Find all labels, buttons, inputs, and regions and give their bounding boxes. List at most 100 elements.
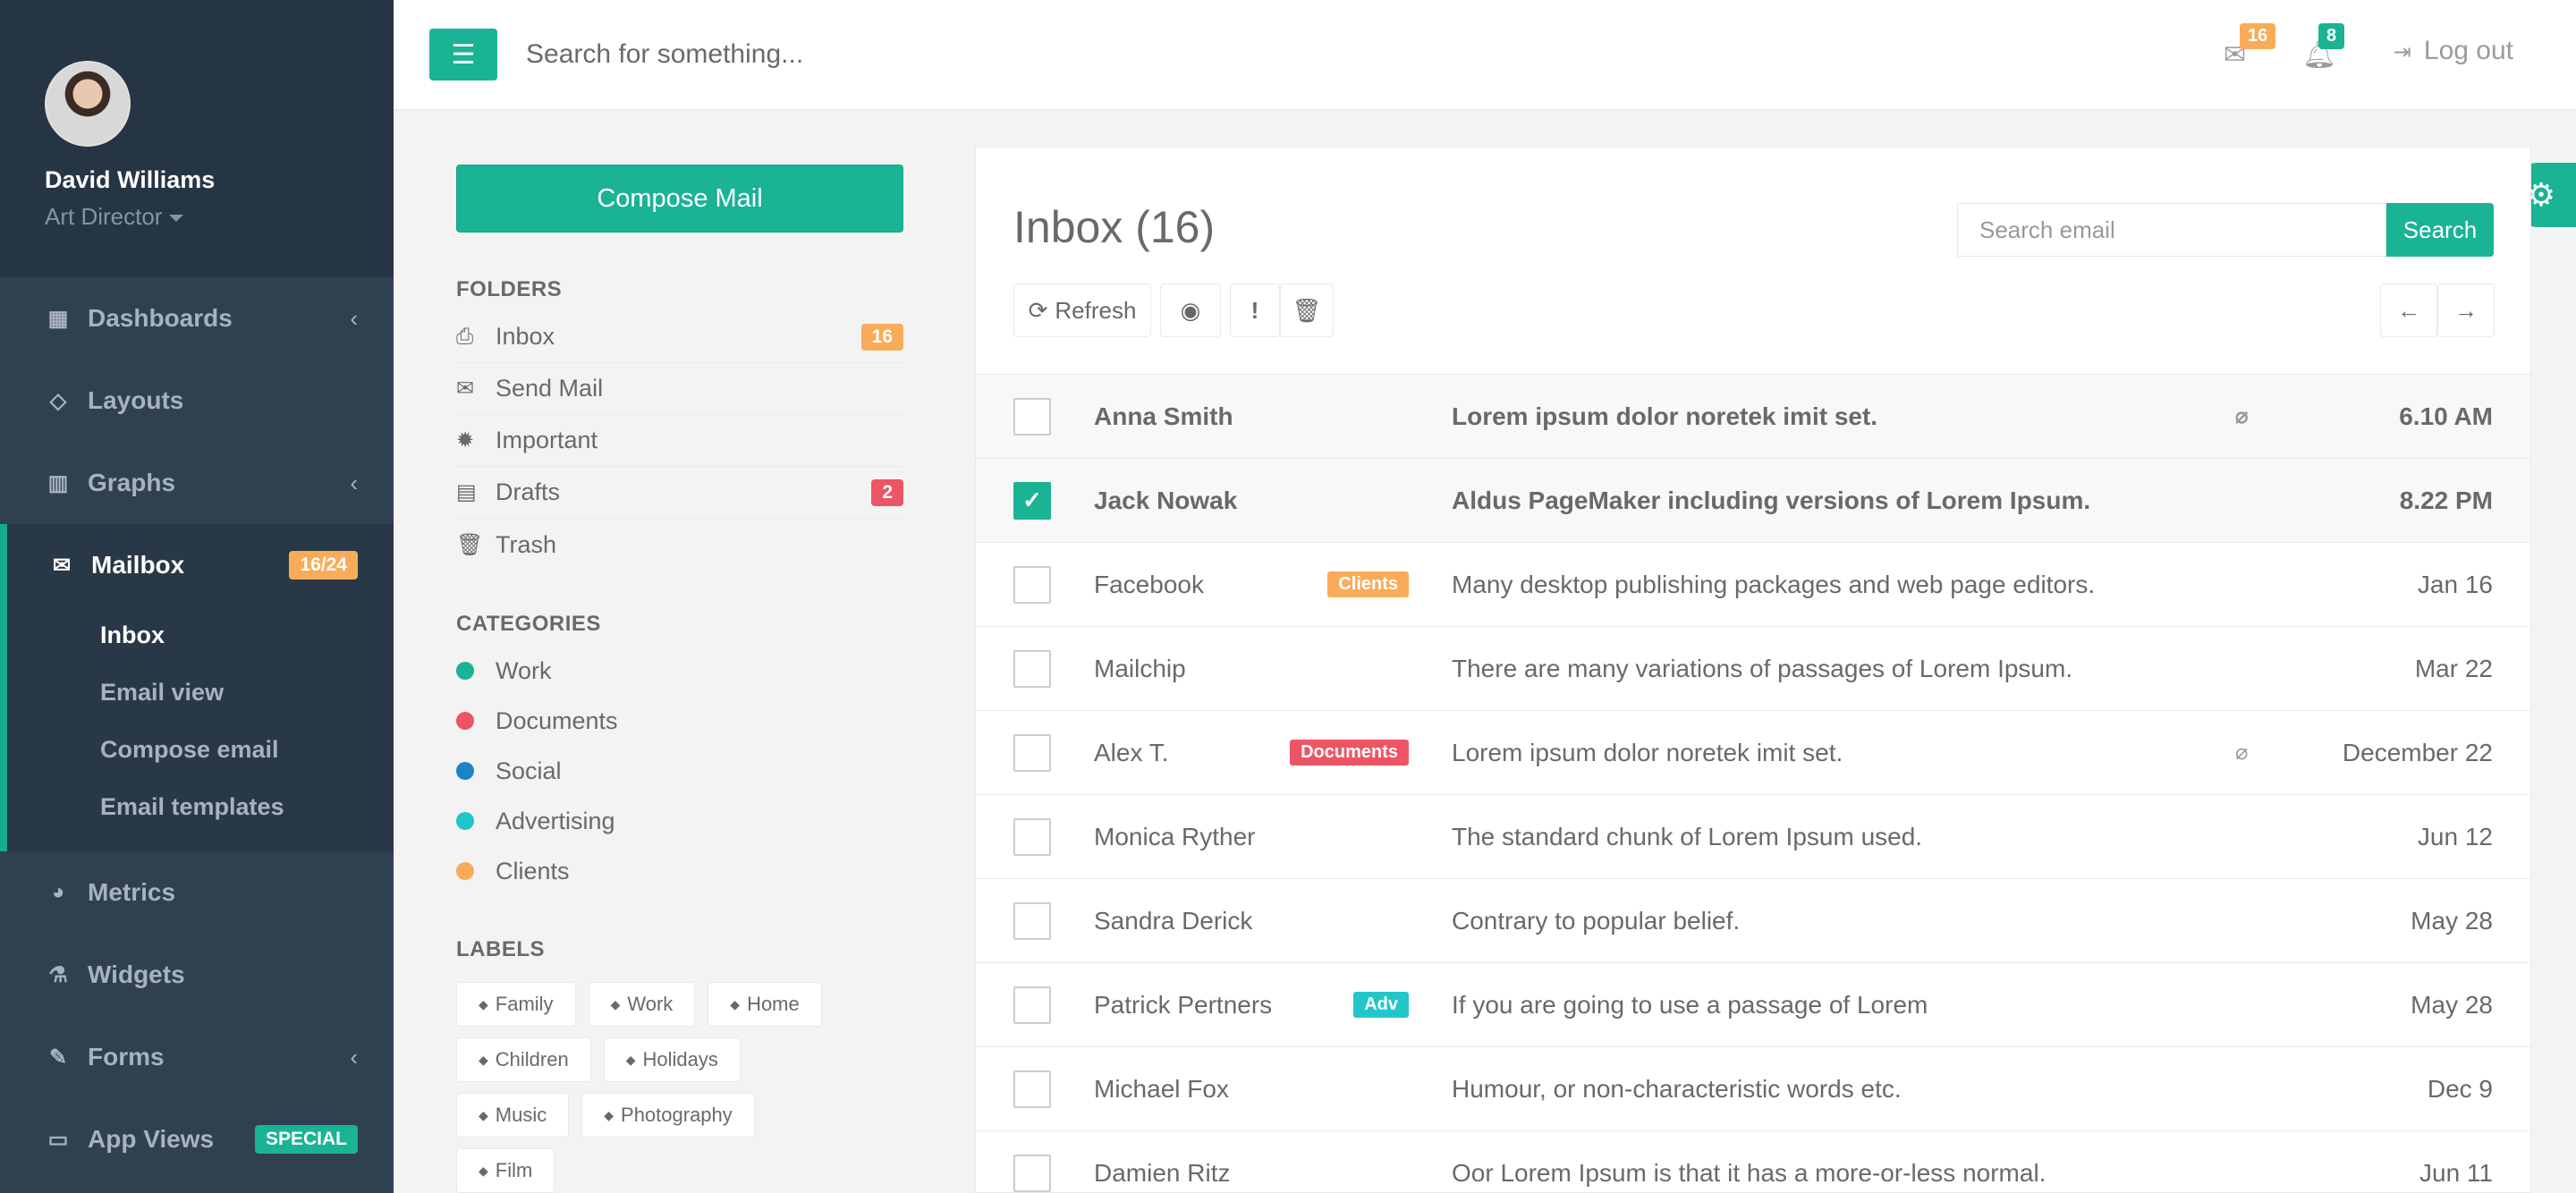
delete-button[interactable]: 🗑 — [1280, 283, 1334, 337]
logout-button[interactable]: ⇥ Log out — [2394, 36, 2513, 66]
labels-title: LABELS — [456, 937, 545, 961]
category-item-documents[interactable]: Documents — [456, 696, 903, 746]
compose-mail-button[interactable]: Compose Mail — [456, 165, 903, 233]
alerts-button[interactable]: 🔔︎ 8 — [2302, 23, 2345, 71]
next-page-button[interactable]: → — [2437, 283, 2495, 337]
category-item-social[interactable]: Social — [456, 746, 903, 796]
sidebar-item-dashboards[interactable]: ▦ Dashboards ‹ — [0, 277, 394, 360]
mail-checkbox[interactable] — [1013, 901, 1051, 940]
messages-count-badge: 16 — [2240, 23, 2276, 49]
mail-subject: Oor Lorem Ipsum is that it has a more-or… — [1452, 1158, 2046, 1187]
folder-item-send-mail[interactable]: ✉ Send Mail — [456, 363, 903, 415]
category-item-clients[interactable]: Clients — [456, 846, 903, 896]
mail-checkbox[interactable] — [1013, 649, 1051, 688]
folder-label: Drafts — [496, 478, 561, 505]
category-label: Advertising — [496, 807, 615, 834]
prev-page-button[interactable]: ← — [2380, 283, 2437, 337]
mail-checkbox[interactable] — [1013, 986, 1051, 1024]
folder-label: Send Mail — [496, 375, 604, 402]
sidebar-item-app-views[interactable]: ▭ App Views SPECIAL — [0, 1098, 394, 1180]
mail-row[interactable]: Sandra Derick Contrary to popular belief.… — [976, 879, 2530, 963]
mail-checkbox[interactable] — [1013, 565, 1051, 604]
sidebar-item-label: Metrics — [88, 878, 176, 906]
sidebar-item-graphs[interactable]: ▥ Graphs ‹ — [0, 442, 394, 524]
label-tag-text: Home — [747, 993, 800, 1015]
alerts-count-badge: 8 — [2318, 23, 2345, 49]
mail-checkbox[interactable] — [1013, 817, 1051, 856]
folder-item-inbox[interactable]: ⎙ Inbox 16 — [456, 311, 903, 363]
label-tag-children[interactable]: ◆ Children — [456, 1037, 591, 1082]
mark-important-button[interactable]: ! — [1230, 283, 1280, 337]
sidebar-item-forms[interactable]: ✎ Forms ‹ — [0, 1016, 394, 1098]
category-list: Work Documents Social Advertising Clients — [456, 646, 903, 896]
category-label: Work — [496, 656, 552, 684]
logout-label: Log out — [2423, 36, 2513, 65]
mail-sender: Michael Fox — [1094, 1074, 1229, 1103]
mail-row[interactable]: Alex T. Documents Lorem ipsum dolor norete… — [976, 711, 2530, 795]
mail-row[interactable]: Monica Ryther The standard chunk of Lorem… — [976, 795, 2530, 879]
mail-tag-badge: Adv — [1353, 992, 1409, 1018]
profile-name: David Williams — [45, 166, 216, 193]
sidebar-item-layouts[interactable]: ◇ Layouts — [0, 360, 394, 442]
label-tag-music[interactable]: ◆ Music — [456, 1093, 570, 1138]
folder-item-trash[interactable]: 🗑 Trash — [456, 519, 903, 571]
mail-list: Anna Smith Lorem ipsum dolor noretek imit… — [976, 375, 2530, 1193]
mail-row[interactable]: Mailchip There are many variations of pas… — [976, 627, 2530, 711]
mail-row[interactable]: Damien Ritz Oor Lorem Ipsum is that it ha… — [976, 1131, 2530, 1193]
mail-subject: If you are going to use a passage of Lor… — [1452, 990, 1928, 1019]
label-tag-family[interactable]: ◆ Family — [456, 982, 576, 1027]
sidebar-subitem-inbox[interactable]: Inbox — [7, 606, 394, 664]
sidebar-item-metrics[interactable]: ◕ Metrics — [0, 851, 394, 934]
mail-checkbox[interactable] — [1013, 397, 1051, 436]
mail-row[interactable]: ✓ Jack Nowak Aldus PageMaker including ver… — [976, 459, 2530, 543]
label-tag-home[interactable]: ◆ Home — [708, 982, 822, 1027]
mail-date: Jan 16 — [2417, 570, 2493, 598]
mail-checkbox[interactable] — [1013, 1070, 1051, 1108]
category-item-advertising[interactable]: Advertising — [456, 796, 903, 846]
mail-row[interactable]: Anna Smith Lorem ipsum dolor noretek imit… — [976, 375, 2530, 459]
avatar[interactable] — [45, 61, 131, 147]
mail-checkbox[interactable]: ✓ — [1013, 481, 1051, 520]
label-tag-work[interactable]: ◆ Work — [588, 982, 696, 1027]
mail-checkbox[interactable] — [1013, 1154, 1051, 1192]
inbox-title: Inbox (16) — [1013, 202, 1216, 252]
mail-row[interactable]: Facebook Clients Many desktop publishing p… — [976, 543, 2530, 627]
diamond-icon: ◇ — [49, 388, 67, 413]
sidebar-subitem-email-templates[interactable]: Email templates — [7, 778, 394, 835]
folder-item-important[interactable]: ✹ Important — [456, 415, 903, 467]
bar-chart-icon: ▥ — [47, 470, 69, 495]
label-tag-text: Family — [495, 993, 554, 1015]
mail-row[interactable]: Patrick Pertners Adv If you are going to u… — [976, 963, 2530, 1047]
sidebar-subitem-compose-email[interactable]: Compose email — [7, 721, 394, 778]
tag-icon: ◆ — [479, 1163, 488, 1178]
refresh-button[interactable]: ⟳ Refresh — [1013, 283, 1151, 337]
tag-icon: ◆ — [610, 996, 621, 1011]
trash-icon: 🗑 — [1292, 296, 1322, 324]
search-email-input[interactable] — [1957, 203, 2386, 257]
top-search-input[interactable] — [526, 32, 1241, 77]
sidebar-item-label: Dashboards — [88, 304, 233, 332]
mark-read-button[interactable]: ◉ — [1160, 283, 1221, 337]
sidebar-item-widgets[interactable]: ⚗ Widgets — [0, 934, 394, 1016]
messages-button[interactable]: ✉ 16 — [2224, 23, 2276, 71]
folder-item-drafts[interactable]: ▤ Drafts 2 — [456, 467, 903, 519]
mail-checkbox[interactable] — [1013, 733, 1051, 772]
sidebar-item-mailbox[interactable]: ✉ Mailbox 16/24 — [7, 524, 394, 606]
label-tag-text: Children — [495, 1048, 569, 1070]
sidebar-subitem-email-view[interactable]: Email view — [7, 664, 394, 721]
menu-toggle-button[interactable]: ☰ — [429, 29, 497, 80]
mail-row[interactable]: Michael Fox Humour, or non-characteristic… — [976, 1047, 2530, 1131]
category-item-work[interactable]: Work — [456, 646, 903, 696]
label-tag-photography[interactable]: ◆ Photography — [581, 1093, 755, 1138]
tag-icon: ◆ — [479, 1052, 488, 1067]
circle-icon — [456, 812, 474, 830]
label-tag-holidays[interactable]: ◆ Holidays — [603, 1037, 741, 1082]
tag-icon: ◆ — [625, 1052, 636, 1067]
label-tag-film[interactable]: ◆ Film — [456, 1148, 555, 1193]
mail-subject: Many desktop publishing packages and web… — [1452, 570, 2096, 598]
sign-out-icon: ⇥ — [2393, 40, 2411, 64]
caret-down-icon — [169, 215, 184, 223]
search-email-button[interactable]: Search — [2386, 203, 2494, 257]
profile-role-dropdown[interactable]: Art Director — [45, 203, 394, 231]
label-tag-text: Holidays — [642, 1048, 718, 1070]
